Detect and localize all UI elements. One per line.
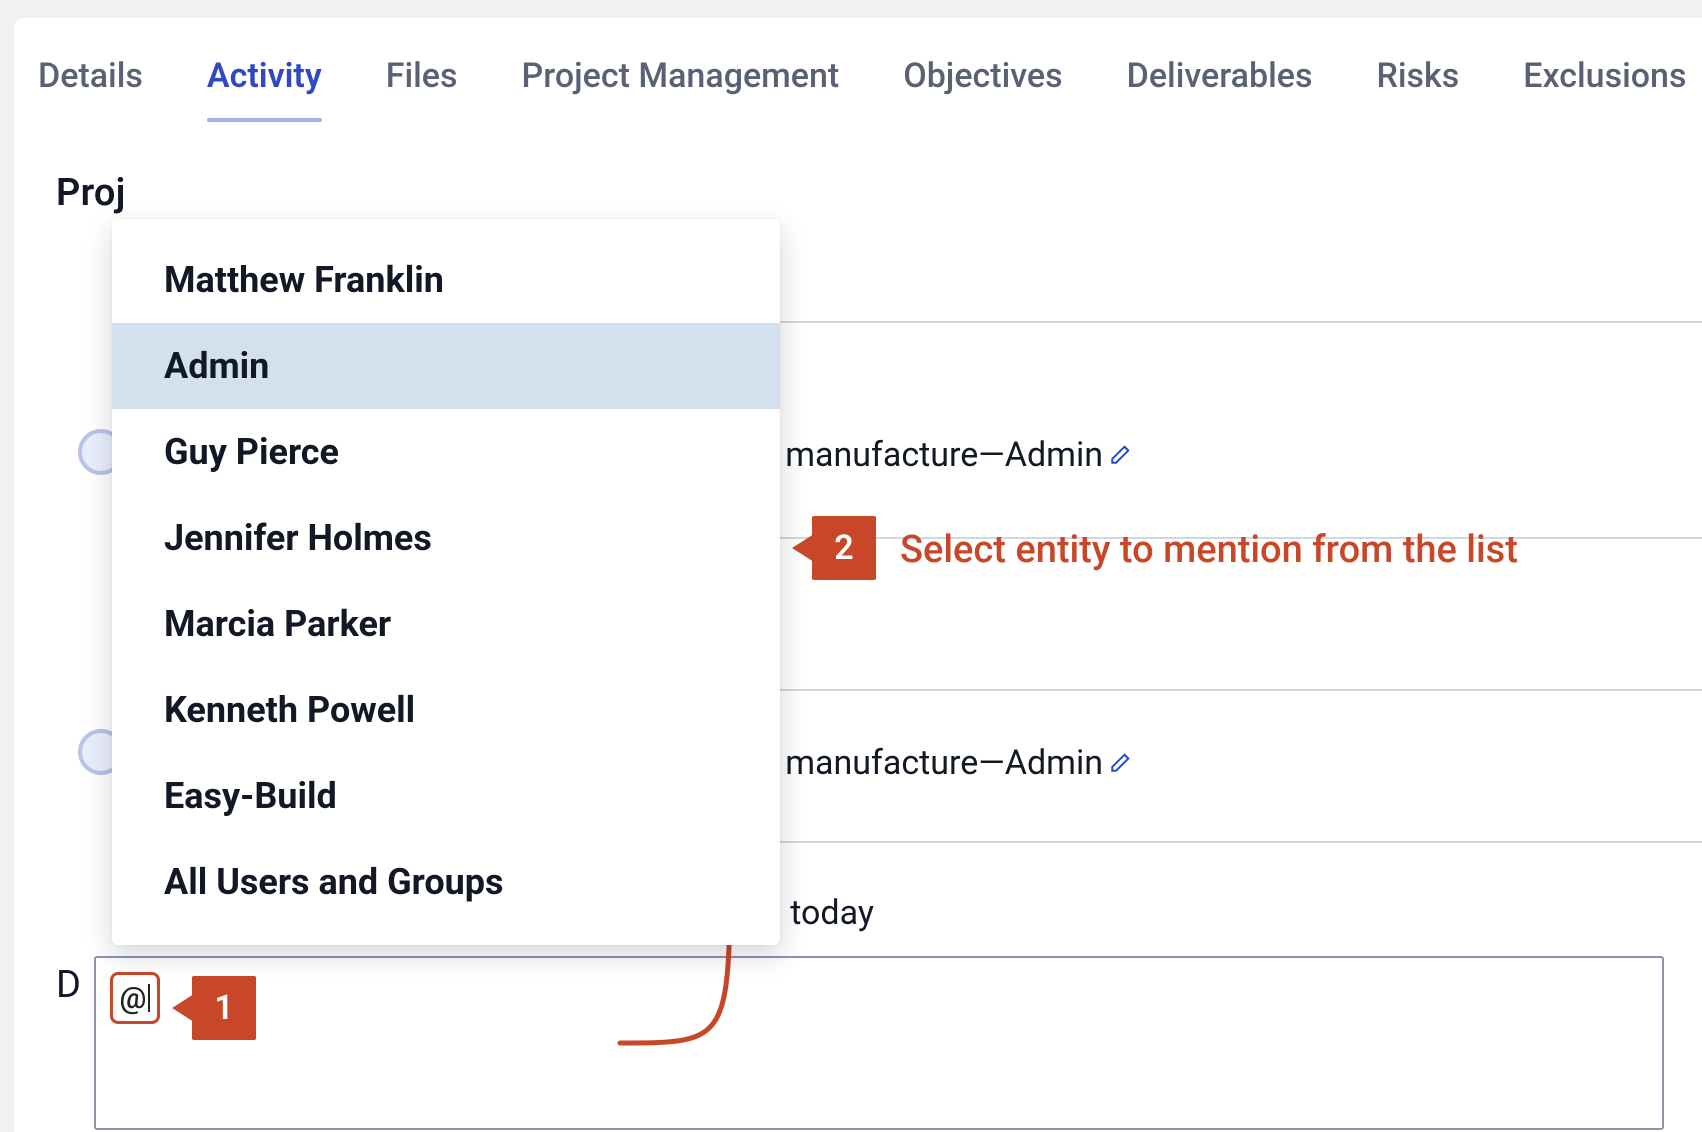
annotation-arrow-icon	[792, 534, 814, 562]
annotation-text: Select entity to mention from the list	[900, 528, 1518, 572]
tab-files[interactable]: Files	[386, 56, 458, 122]
text-caret	[148, 984, 150, 1012]
tab-exclusions[interactable]: Exclusions	[1523, 56, 1686, 122]
at-mention-chip: @	[110, 972, 160, 1024]
feed-separator: —	[978, 435, 1005, 475]
tab-objectives[interactable]: Objectives	[903, 56, 1062, 122]
annotation-badge-1: 1	[192, 976, 256, 1040]
description-label: D	[56, 963, 81, 1007]
mention-dropdown: Matthew Franklin Admin Guy Pierce Jennif…	[112, 219, 780, 945]
tab-risks[interactable]: Risks	[1376, 56, 1459, 122]
mention-option[interactable]: Admin	[112, 323, 780, 409]
feed-text-fragment: m today	[752, 893, 1702, 933]
divider	[752, 689, 1702, 691]
feed-separator: —	[978, 743, 1005, 783]
feed-author: Admin	[1005, 435, 1103, 475]
tab-deliverables[interactable]: Deliverables	[1127, 56, 1313, 122]
feed-author: Admin	[1005, 743, 1103, 783]
mention-option[interactable]: Jennifer Holmes	[112, 495, 780, 581]
mention-option[interactable]: Marcia Parker	[112, 581, 780, 667]
activity-body: Proj :il manufacture — Admin	[14, 123, 1702, 215]
pencil-icon[interactable]	[1109, 743, 1135, 769]
mention-option[interactable]: Guy Pierce	[112, 409, 780, 495]
content-card: Details Activity Files Project Managemen…	[14, 18, 1702, 1132]
divider	[734, 321, 1702, 323]
section-title: Proj	[56, 171, 1678, 215]
tab-activity[interactable]: Activity	[207, 56, 322, 122]
tab-details[interactable]: Details	[38, 56, 143, 122]
at-symbol: @	[120, 981, 147, 1016]
mention-option[interactable]: Kenneth Powell	[112, 667, 780, 753]
annotation-badge-2: 2	[812, 516, 876, 580]
mention-option[interactable]: Matthew Franklin	[112, 237, 780, 323]
pencil-icon[interactable]	[1109, 435, 1135, 461]
comment-input[interactable]: @	[94, 956, 1664, 1130]
tab-bar: Details Activity Files Project Managemen…	[14, 18, 1702, 123]
tab-project-management[interactable]: Project Management	[522, 56, 840, 122]
annotation-arrow-icon	[172, 994, 194, 1022]
mention-option[interactable]: All Users and Groups	[112, 839, 780, 925]
mention-option[interactable]: Easy-Build	[112, 753, 780, 839]
divider	[752, 841, 1702, 843]
